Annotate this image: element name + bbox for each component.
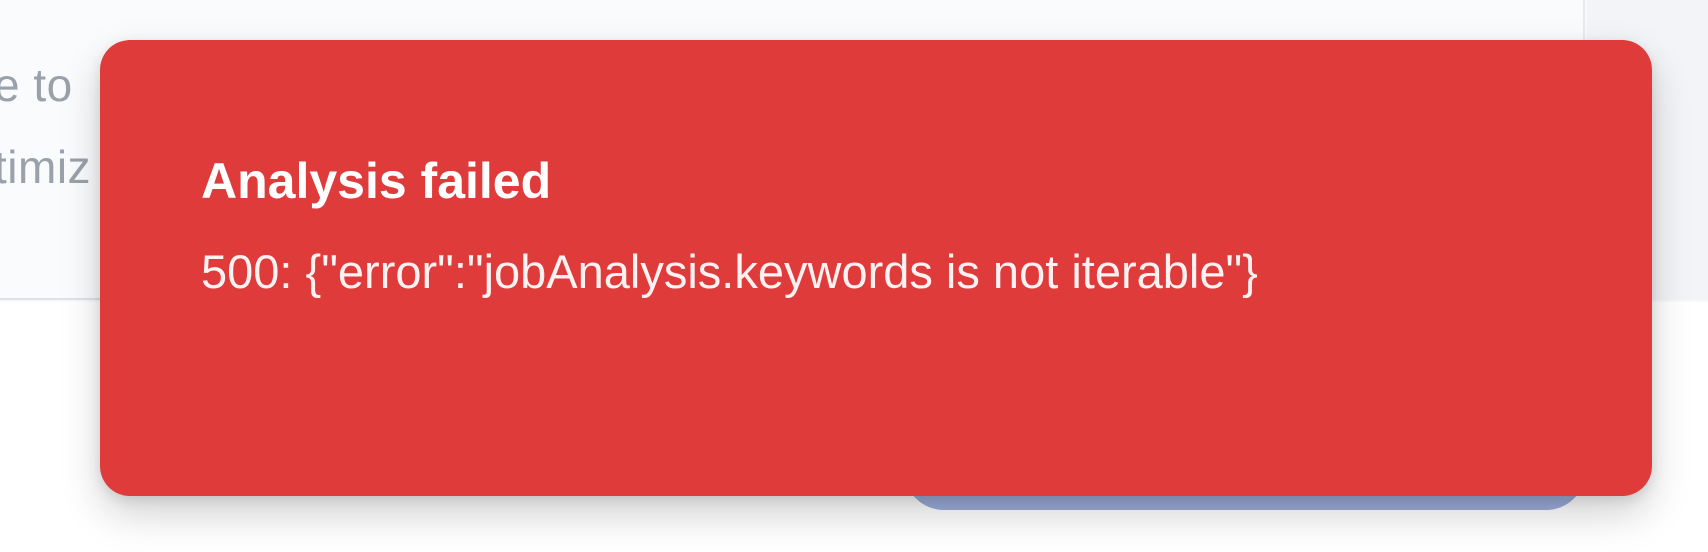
screen: e to timiz Analysis failed 500: {"error"… [0, 0, 1708, 552]
toast-description: 500: {"error":"jobAnalysis.keywords is n… [201, 245, 1258, 298]
error-toast[interactable]: Analysis failed 500: {"error":"jobAnalys… [100, 40, 1652, 496]
background-text-line: e to [0, 59, 73, 111]
toast-title: Analysis failed [201, 153, 552, 209]
background-text-line: timiz [0, 141, 92, 193]
